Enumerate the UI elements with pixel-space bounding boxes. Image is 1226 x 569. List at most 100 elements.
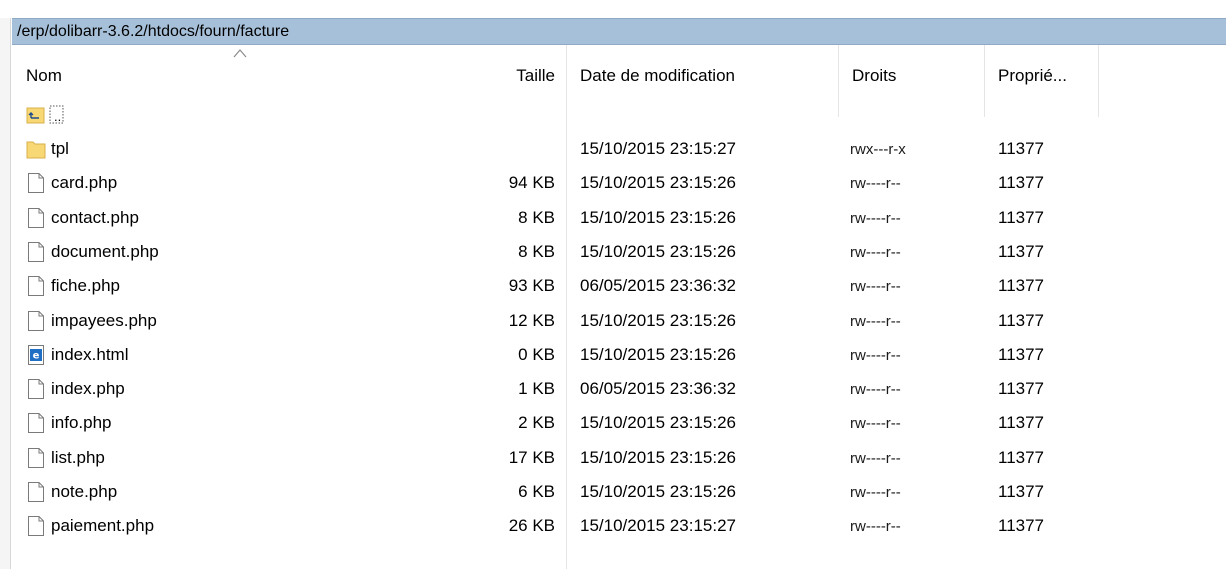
owner-cell: 11377 — [998, 379, 1045, 399]
parent-folder-icon — [26, 105, 64, 124]
file-row[interactable]: list.php 17 KB 15/10/2015 23:15:26 rw----r-… — [12, 441, 1226, 475]
size-cell: 93 KB — [508, 276, 555, 296]
path-bar[interactable]: /erp/dolibarr-3.6.2/htdocs/fourn/facture — [12, 18, 1226, 45]
date-cell: 15/10/2015 23:15:26 — [580, 207, 736, 227]
date-cell: 06/05/2015 23:36:32 — [580, 379, 736, 399]
owner-cell: 11377 — [998, 173, 1045, 193]
file-name: impayees.php — [51, 310, 157, 330]
date-cell: 15/10/2015 23:15:26 — [580, 241, 736, 261]
owner-cell: 11377 — [998, 310, 1045, 330]
file-row[interactable]: note.php 6 KB 15/10/2015 23:15:26 rw----r--… — [12, 475, 1226, 509]
file-row[interactable]: paiement.php 26 KB 15/10/2015 23:15:27 rw--… — [12, 509, 1226, 543]
parent-directory-row[interactable]: .. — [12, 97, 1226, 131]
left-panel-edge — [0, 18, 11, 569]
size-cell: 17 KB — [508, 447, 555, 467]
size-cell: 2 KB — [518, 413, 555, 433]
owner-cell: 11377 — [998, 139, 1045, 158]
date-cell: 15/10/2015 23:15:27 — [580, 516, 736, 536]
date-cell: 06/05/2015 23:36:32 — [580, 276, 736, 296]
owner-cell: 11377 — [998, 344, 1045, 364]
column-header-permissions[interactable]: Droits — [852, 45, 982, 97]
date-cell: 15/10/2015 23:15:26 — [580, 482, 736, 501]
file-icon — [28, 276, 44, 297]
size-cell: 6 KB — [518, 482, 555, 501]
file-row[interactable]: info.php 2 KB 15/10/2015 23:15:26 rw----r--… — [12, 406, 1226, 440]
permissions-cell: rwx---r-x — [850, 141, 906, 158]
permissions-cell: rw----r-- — [850, 415, 901, 433]
top-strip — [0, 0, 1226, 18]
permissions-cell: rw----r-- — [850, 175, 901, 193]
permissions-cell: rw----r-- — [850, 278, 901, 296]
column-header-size-label: Taille — [516, 66, 555, 85]
size-cell: 8 KB — [518, 207, 555, 227]
parent-directory-label: .. — [54, 109, 62, 124]
file-name: info.php — [51, 413, 112, 433]
owner-cell: 11377 — [998, 516, 1045, 536]
file-row[interactable]: contact.php 8 KB 15/10/2015 23:15:26 rw----… — [12, 201, 1226, 235]
owner-cell: 11377 — [998, 447, 1045, 467]
folder-row[interactable]: tpl 15/10/2015 23:15:27 rwx---r-x 11377 — [12, 132, 1226, 166]
file-row[interactable]: index.php 1 KB 06/05/2015 23:36:32 rw----r-… — [12, 372, 1226, 406]
size-cell: 12 KB — [508, 310, 555, 330]
permissions-cell: rw----r-- — [850, 209, 901, 227]
file-row[interactable]: card.php 94 KB 15/10/2015 23:15:26 rw----r-… — [12, 166, 1226, 200]
sort-ascending-icon — [233, 49, 247, 58]
file-icon — [28, 482, 44, 502]
date-cell: 15/10/2015 23:15:26 — [580, 447, 736, 467]
owner-cell: 11377 — [998, 276, 1045, 296]
permissions-cell: rw----r-- — [850, 518, 901, 536]
svg-text:e: e — [33, 350, 40, 361]
size-cell: 26 KB — [508, 516, 555, 536]
file-icon — [28, 516, 44, 537]
column-header-date-label: Date de modification — [580, 66, 735, 85]
column-header-size[interactable]: Taille — [462, 45, 555, 97]
date-cell: 15/10/2015 23:15:26 — [580, 173, 736, 193]
column-header-date[interactable]: Date de modification — [580, 45, 840, 97]
column-header-name-label: Nom — [26, 66, 62, 85]
permissions-cell: rw----r-- — [850, 243, 901, 261]
file-list: .. tpl 15/10/2015 23:15:27 rwx---r-x 11377 c… — [12, 97, 1226, 569]
size-cell: 0 KB — [518, 344, 555, 364]
html-file-icon: e — [28, 344, 44, 365]
file-name: index.html — [51, 344, 129, 364]
file-name: paiement.php — [51, 516, 155, 536]
column-header-permissions-label: Droits — [852, 66, 897, 85]
owner-cell: 11377 — [998, 413, 1045, 433]
permissions-cell: rw----r-- — [850, 312, 901, 330]
file-name: list.php — [51, 447, 105, 467]
file-icon — [28, 241, 44, 262]
file-name: tpl — [51, 139, 69, 158]
column-header-row: Nom Taille Date de modification Droits P… — [12, 45, 1226, 97]
size-cell: 94 KB — [508, 173, 555, 193]
file-name: document.php — [51, 241, 159, 261]
file-row[interactable]: document.php 8 KB 15/10/2015 23:15:26 rw---… — [12, 235, 1226, 269]
column-header-owner-label: Proprié... — [998, 66, 1067, 85]
file-browser-window: /erp/dolibarr-3.6.2/htdocs/fourn/facture… — [0, 0, 1226, 569]
file-icon — [28, 173, 44, 194]
permissions-cell: rw----r-- — [850, 484, 901, 501]
folder-icon — [26, 141, 46, 159]
file-name: contact.php — [51, 207, 139, 227]
file-row[interactable]: fiche.php 93 KB 06/05/2015 23:36:32 rw----r… — [12, 269, 1226, 303]
owner-cell: 11377 — [998, 482, 1045, 501]
permissions-cell: rw----r-- — [850, 449, 901, 467]
size-cell: 1 KB — [518, 379, 555, 399]
file-name: note.php — [51, 482, 118, 501]
file-name: fiche.php — [51, 276, 120, 296]
file-row[interactable]: e index.html 0 KB 15/10/2015 23:15:26 rw----… — [12, 338, 1226, 372]
column-header-owner[interactable]: Proprié... — [998, 45, 1098, 97]
date-cell: 15/10/2015 23:15:26 — [580, 413, 736, 433]
permissions-cell: rw----r-- — [850, 346, 901, 364]
date-cell: 15/10/2015 23:15:26 — [580, 344, 736, 364]
path-text: /erp/dolibarr-3.6.2/htdocs/fourn/facture — [17, 23, 290, 40]
file-icon — [28, 379, 44, 400]
file-icon — [28, 447, 44, 468]
file-row[interactable]: impayees.php 12 KB 15/10/2015 23:15:26 rw--… — [12, 304, 1226, 338]
owner-cell: 11377 — [998, 241, 1045, 261]
file-icon — [28, 413, 44, 434]
owner-cell: 11377 — [998, 207, 1045, 227]
file-icon — [28, 207, 44, 228]
date-cell: 15/10/2015 23:15:26 — [580, 310, 736, 330]
date-cell: 15/10/2015 23:15:27 — [580, 139, 736, 158]
permissions-cell: rw----r-- — [850, 381, 901, 399]
